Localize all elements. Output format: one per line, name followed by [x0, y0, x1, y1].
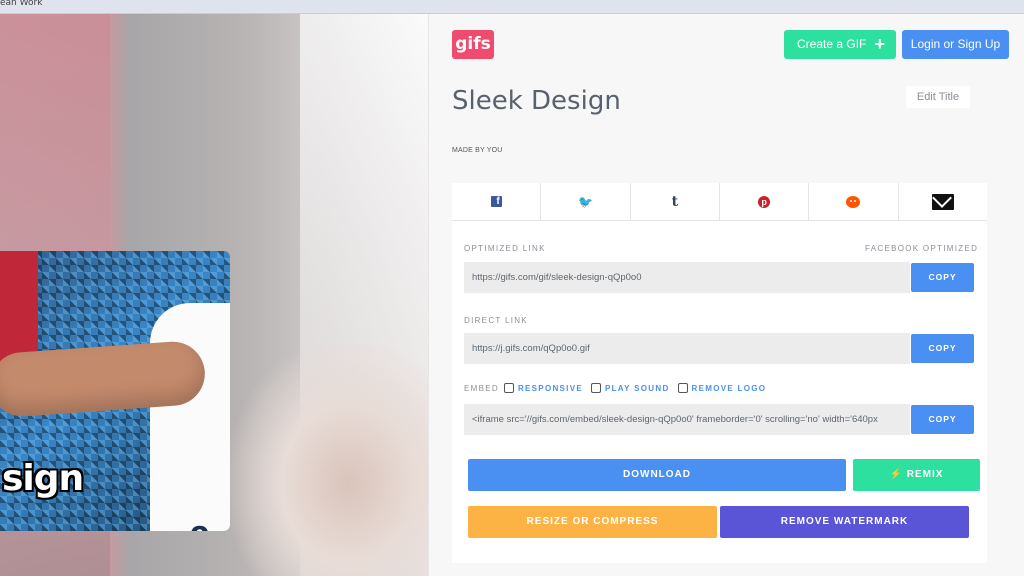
- create-gif-button[interactable]: Create a GIF +: [784, 30, 896, 59]
- optimized-link-field[interactable]: https://gifs.com/gif/sleek-design-qQp0o0: [464, 262, 910, 293]
- email-icon: [931, 193, 954, 210]
- play-sound-checkbox[interactable]: [590, 383, 601, 393]
- gif-title: Sleek Design: [452, 86, 621, 116]
- remove-watermark-button[interactable]: REMOVE WATERMARK: [720, 506, 969, 538]
- create-gif-label: Create a GIF: [797, 37, 867, 51]
- remix-button[interactable]: ⚡ REMIX: [853, 459, 980, 491]
- tumblr-icon: t: [671, 193, 679, 210]
- share-reddit[interactable]: [809, 183, 899, 220]
- share-bar: f 🐦 t p: [452, 183, 987, 221]
- reddit-icon: [846, 195, 861, 208]
- play-sound-option[interactable]: PLAY SOUND: [590, 383, 670, 393]
- window-title-bar: ean Work: [0, 0, 1024, 14]
- share-card: f 🐦 t p OPTIMIZED LINK FACEBOOK OPTIMIZE…: [452, 183, 987, 563]
- share-panel: gifs Create a GIF + Login or Sign Up Sle…: [428, 14, 1024, 576]
- gif-red-panel: [0, 251, 38, 361]
- gif-caption: sign: [2, 458, 84, 499]
- gif-shirt: o: [150, 303, 230, 531]
- gif-shirt-text: o: [190, 515, 209, 531]
- gifs-logo[interactable]: gifs: [452, 30, 494, 59]
- facebook-icon: f: [490, 196, 502, 207]
- window-title: ean Work: [0, 0, 43, 8]
- made-by-label: MADE BY YOU: [452, 147, 503, 154]
- direct-link-field[interactable]: https://j.gifs.com/qQp0o0.gif: [464, 333, 910, 364]
- direct-link-label: DIRECT LINK: [464, 316, 528, 325]
- lightning-icon: ⚡: [889, 469, 903, 480]
- share-pinterest[interactable]: p: [720, 183, 810, 220]
- optimized-link-label: OPTIMIZED LINK: [464, 244, 546, 253]
- share-email[interactable]: [899, 183, 987, 220]
- copy-direct-link-button[interactable]: COPY: [911, 334, 974, 363]
- copy-optimized-link-button[interactable]: COPY: [911, 263, 974, 292]
- twitter-icon: 🐦: [578, 194, 593, 209]
- copy-embed-button[interactable]: COPY: [911, 405, 974, 434]
- pinterest-icon: p: [758, 195, 771, 208]
- resize-compress-button[interactable]: RESIZE OR COMPRESS: [468, 506, 717, 538]
- remove-logo-label: REMOVE LOGO: [691, 383, 767, 393]
- responsive-checkbox[interactable]: [503, 383, 514, 393]
- embed-code-field[interactable]: <iframe src='//gifs.com/embed/sleek-desi…: [464, 404, 910, 435]
- edit-title-button[interactable]: Edit Title: [906, 86, 970, 108]
- login-signup-button[interactable]: Login or Sign Up: [902, 30, 1009, 59]
- remove-logo-checkbox[interactable]: [677, 383, 688, 393]
- remove-logo-option[interactable]: REMOVE LOGO: [677, 383, 767, 393]
- plus-icon: +: [874, 34, 885, 54]
- embed-options: EMBED RESPONSIVE PLAY SOUND REMOVE LOGO: [464, 383, 774, 393]
- background-preview: o sign: [0, 14, 428, 576]
- play-sound-label: PLAY SOUND: [604, 383, 670, 393]
- download-button[interactable]: DOWNLOAD: [468, 459, 846, 491]
- responsive-label: RESPONSIVE: [517, 383, 583, 393]
- gif-preview[interactable]: o sign: [0, 251, 230, 531]
- facebook-optimized-label: FACEBOOK OPTIMIZED: [865, 244, 979, 253]
- share-facebook[interactable]: f: [452, 183, 542, 220]
- share-twitter[interactable]: 🐦: [541, 183, 631, 220]
- share-tumblr[interactable]: t: [631, 183, 720, 220]
- remix-label: REMIX: [906, 469, 944, 480]
- embed-label: EMBED: [464, 383, 499, 393]
- responsive-option[interactable]: RESPONSIVE: [503, 383, 583, 393]
- background-blur-figure: [230, 344, 428, 576]
